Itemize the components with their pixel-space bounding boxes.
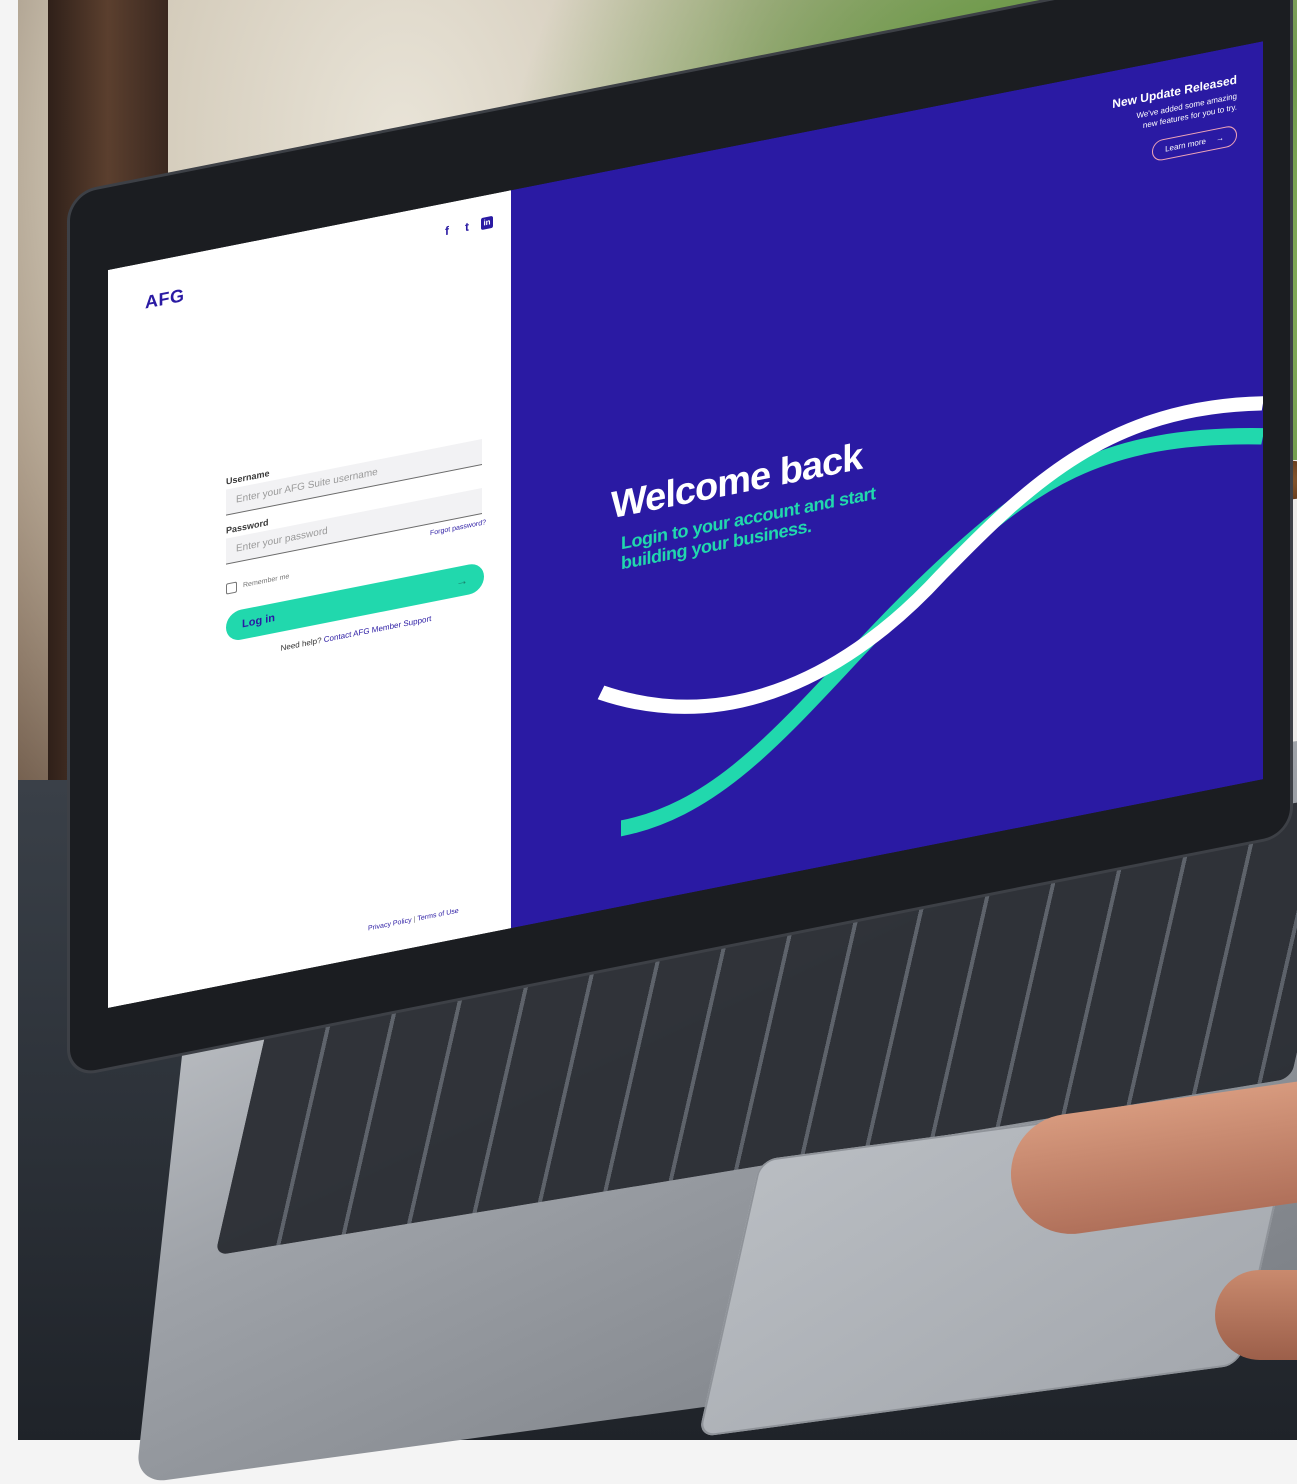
- terms-of-use-link[interactable]: Terms of Use: [417, 908, 458, 923]
- afg-logo[interactable]: AFG: [145, 285, 185, 314]
- privacy-policy-link[interactable]: Privacy Policy: [368, 917, 412, 933]
- arrow-right-icon: →: [1216, 133, 1224, 144]
- linkedin-icon[interactable]: in: [481, 215, 493, 231]
- social-links: f t in: [441, 215, 493, 238]
- login-panel: AFG f t in Username Password Forgot pass…: [108, 190, 511, 1008]
- login-form: Username Password Forgot password? Remem…: [226, 425, 486, 663]
- welcome-panel: New Update Released We've added some ama…: [511, 41, 1263, 929]
- footer-links: Privacy Policy | Terms of Use: [368, 908, 459, 933]
- arrow-right-icon: →: [456, 572, 468, 590]
- remember-me-label: Remember me: [243, 573, 290, 590]
- facebook-icon[interactable]: f: [441, 223, 453, 238]
- twitter-icon[interactable]: t: [461, 220, 473, 235]
- remember-me-checkbox[interactable]: [226, 581, 237, 595]
- login-button-label: Log in: [242, 611, 275, 631]
- help-prefix: Need help?: [280, 635, 322, 653]
- hand-thumb: [1215, 1270, 1297, 1360]
- learn-more-label: Learn more: [1165, 136, 1206, 154]
